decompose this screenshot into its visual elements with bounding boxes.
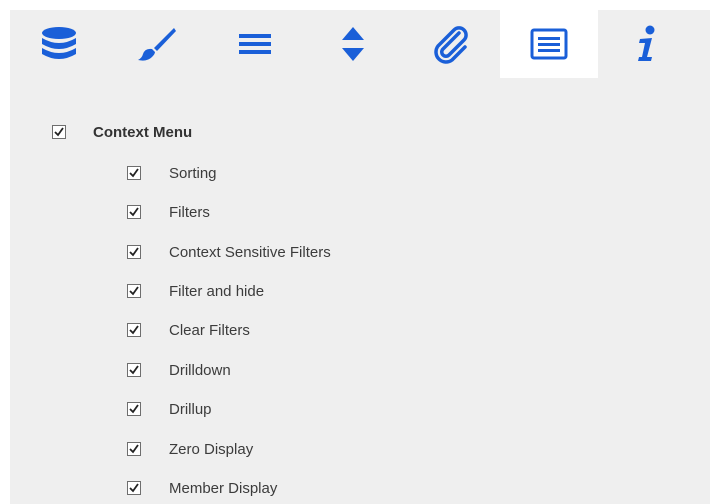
option-checkbox[interactable]	[127, 166, 141, 180]
tab-attachment[interactable]	[402, 10, 500, 78]
option-checkbox[interactable]	[127, 402, 141, 416]
option-label: Filters	[169, 203, 210, 221]
option-row-member-display[interactable]: Member Display	[127, 477, 277, 499]
option-label: Sorting	[169, 164, 217, 182]
tab-style[interactable]	[108, 10, 206, 78]
option-checkbox[interactable]	[127, 323, 141, 337]
tab-info[interactable]	[598, 10, 696, 78]
option-label: Member Display	[169, 479, 278, 497]
context-menu-list-icon	[530, 28, 568, 60]
option-row-clear-filters[interactable]: Clear Filters	[127, 319, 250, 341]
sort-arrows-icon	[342, 27, 364, 61]
option-row-sorting[interactable]: Sorting	[127, 162, 217, 184]
option-row-drilldown[interactable]: Drilldown	[127, 359, 231, 381]
info-icon	[638, 25, 655, 61]
option-checkbox[interactable]	[127, 245, 141, 259]
option-label: Context Sensitive Filters	[169, 243, 331, 261]
database-icon	[42, 27, 76, 59]
brush-icon	[138, 28, 176, 61]
tab-sort[interactable]	[304, 10, 402, 78]
settings-panel: Context Menu Sorting Filters Context Sen…	[10, 10, 710, 504]
option-label: Drillup	[169, 400, 212, 418]
tab-menu[interactable]	[206, 10, 304, 78]
context-menu-options: Context Menu Sorting Filters Context Sen…	[10, 78, 710, 504]
tab-context-menu[interactable]	[500, 10, 598, 78]
option-label: Zero Display	[169, 440, 254, 458]
context-menu-row[interactable]: Context Menu	[52, 121, 192, 143]
context-menu-checkbox[interactable]	[52, 125, 66, 139]
option-row-context-sensitive-filters[interactable]: Context Sensitive Filters	[127, 241, 331, 263]
option-label: Filter and hide	[169, 282, 265, 300]
option-checkbox[interactable]	[127, 481, 141, 495]
option-label: Clear Filters	[169, 321, 250, 339]
paperclip-icon	[434, 26, 468, 64]
option-checkbox[interactable]	[127, 442, 141, 456]
menu-lines-icon	[239, 34, 271, 54]
context-menu-label: Context Menu	[93, 123, 193, 141]
option-row-drillup[interactable]: Drillup	[127, 398, 212, 420]
option-checkbox[interactable]	[127, 205, 141, 219]
tab-data-source[interactable]	[10, 10, 108, 78]
option-row-filter-and-hide[interactable]: Filter and hide	[127, 280, 264, 302]
option-row-filters[interactable]: Filters	[127, 201, 210, 223]
option-label: Drilldown	[169, 361, 231, 379]
option-row-zero-display[interactable]: Zero Display	[127, 438, 253, 460]
toolbar	[10, 10, 710, 78]
option-checkbox[interactable]	[127, 284, 141, 298]
option-checkbox[interactable]	[127, 363, 141, 377]
